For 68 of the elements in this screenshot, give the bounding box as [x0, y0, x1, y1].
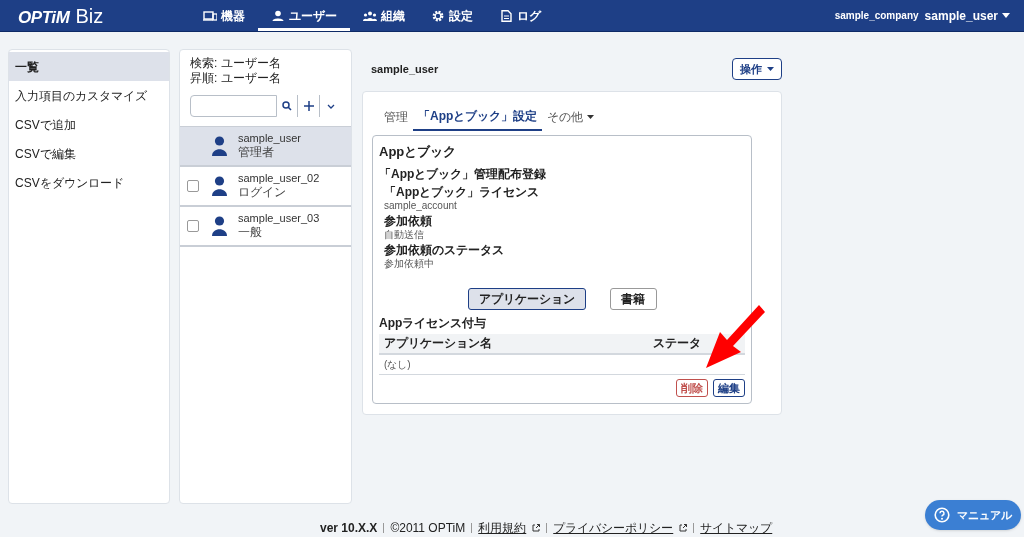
- footer-link[interactable]: 利用規約: [478, 519, 527, 537]
- person-icon: [212, 176, 227, 196]
- logo-suffix: Biz: [75, 3, 104, 29]
- nav-tab[interactable]: ログ: [486, 0, 554, 31]
- person-icon: [212, 216, 227, 236]
- footer-link[interactable]: サイトマップ: [700, 519, 773, 537]
- user-title: sample_user: [371, 61, 439, 77]
- tab[interactable]: 管理: [379, 103, 413, 131]
- action-button[interactable]: 操作: [732, 58, 782, 80]
- user-role: 管理者: [238, 145, 275, 161]
- delete-button[interactable]: 削除: [676, 379, 708, 397]
- gear-icon: [431, 9, 445, 22]
- chevron-down-icon: [326, 103, 335, 109]
- person-icon: [212, 136, 227, 156]
- section-title: Appとブック: [379, 143, 458, 161]
- sort-label: 昇順: ユーザー名: [190, 71, 282, 86]
- sidebar-item[interactable]: 入力項目のカスタマイズ: [9, 81, 169, 110]
- user-name: sample_user_03: [238, 211, 320, 226]
- field-value: 参加依頼中: [384, 256, 435, 270]
- search-icon: [282, 101, 292, 111]
- nav-tab[interactable]: 組織: [350, 0, 418, 31]
- license-title: Appライセンス付与: [379, 314, 488, 332]
- logo: OPTiM: [18, 6, 70, 29]
- toggle-button[interactable]: アプリケーション: [467, 287, 586, 310]
- user-name: sample_user_02: [238, 171, 320, 186]
- edit-button[interactable]: 編集: [713, 379, 745, 397]
- sidebar-item[interactable]: 一覧: [9, 52, 169, 81]
- caret-icon: [1002, 13, 1010, 18]
- row-checkbox[interactable]: [187, 220, 199, 232]
- user-role: ログイン: [238, 185, 287, 201]
- nav-tab[interactable]: 機器: [190, 0, 258, 31]
- subsection-title: 「Appとブック」管理配布登録: [379, 165, 548, 183]
- field-value: sample_account: [384, 199, 458, 212]
- nav-tab[interactable]: 設定: [418, 0, 486, 31]
- footer-link[interactable]: プライバシーポリシー: [553, 519, 674, 537]
- document-icon: [499, 9, 513, 22]
- sidebar-item[interactable]: CSVをダウンロード: [9, 168, 169, 197]
- sidebar-item[interactable]: CSVで編集: [9, 139, 169, 168]
- user-row[interactable]: sample_user 管理者: [180, 127, 351, 167]
- search-label: 検索: ユーザー名: [190, 56, 282, 71]
- field-label: 参加依頼のステータス: [384, 243, 505, 257]
- user-icon: [271, 9, 285, 22]
- caret-icon: [767, 67, 774, 71]
- user-name: sample_user: [238, 131, 301, 146]
- company-name: sample_company: [834, 9, 919, 23]
- nav-tab[interactable]: ユーザー: [258, 0, 350, 31]
- tab[interactable]: 「Appとブック」設定: [413, 103, 543, 131]
- search-field[interactable]: [190, 95, 277, 117]
- row-checkbox[interactable]: [187, 180, 199, 192]
- tab[interactable]: その他: [542, 103, 600, 131]
- user-menu[interactable]: sample_user: [924, 6, 1010, 25]
- column-header: アプリケーション名: [379, 333, 580, 354]
- table-cell: (なし): [379, 353, 580, 375]
- arrow-annotation: [703, 304, 767, 370]
- device-icon: [203, 9, 217, 22]
- field-label: 参加依頼: [384, 214, 433, 228]
- sidebar-item[interactable]: CSVで追加: [9, 110, 169, 139]
- copyright-text: ©2011 OPTiM: [390, 520, 466, 537]
- plus-icon: [303, 101, 314, 111]
- manual-button[interactable]: マニュアル: [925, 500, 1021, 530]
- group-icon: [363, 9, 377, 22]
- field-label: 「Appとブック」ライセンス: [384, 185, 541, 199]
- version-text: ver 10.X.X: [320, 520, 378, 537]
- field-value: 自動送信: [384, 227, 425, 241]
- column-header: ステータ: [579, 333, 745, 354]
- help-icon: [934, 507, 950, 523]
- user-role: 一般: [238, 225, 263, 241]
- toggle-button[interactable]: 書籍: [609, 287, 657, 310]
